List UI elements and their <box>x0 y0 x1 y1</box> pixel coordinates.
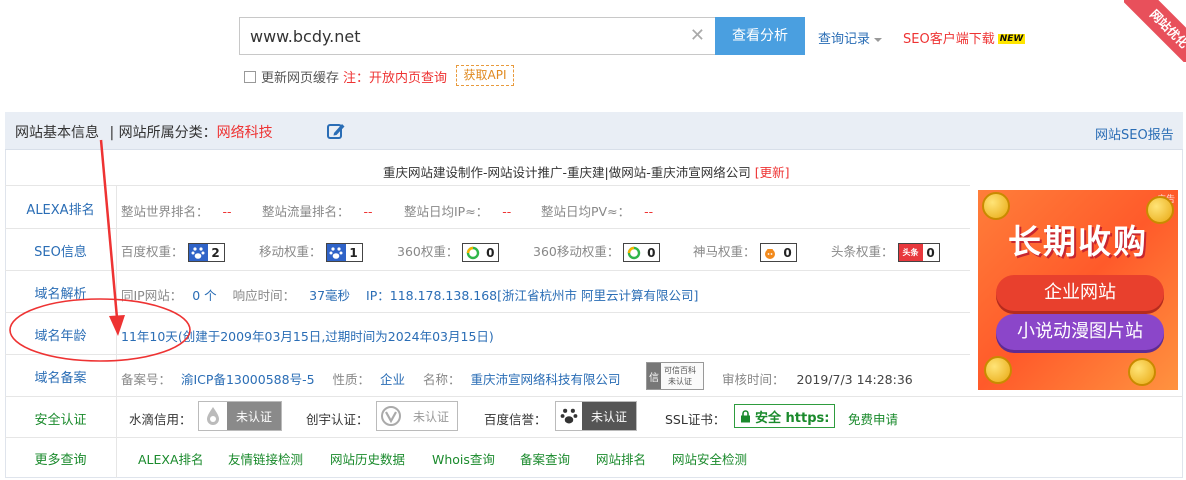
annotation-overlay <box>9 139 191 362</box>
page: ✕ 查看分析 查询记录 SEO客户端下载NEW 更新网页缓存 注：开放内页查询 … <box>0 0 1186 480</box>
